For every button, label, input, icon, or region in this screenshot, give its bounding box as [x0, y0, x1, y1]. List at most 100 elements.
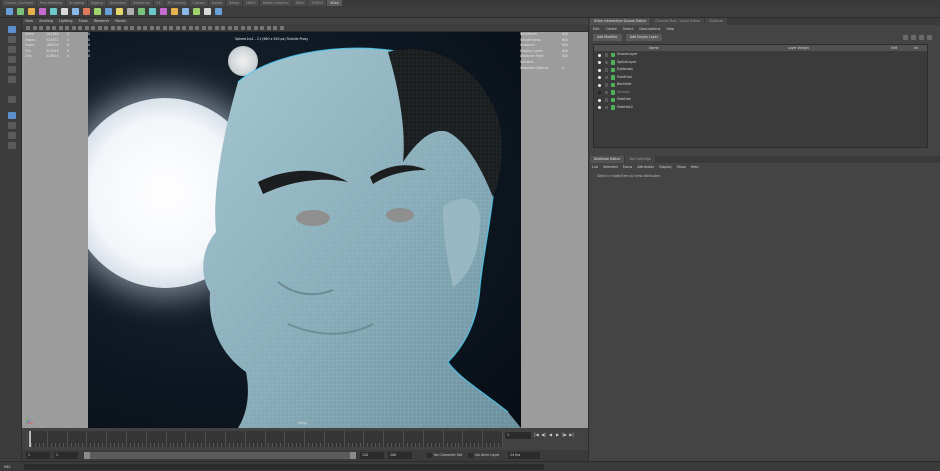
end-frame-field[interactable]: 200 [388, 452, 412, 459]
attribute-menu-help[interactable]: Help [691, 164, 699, 170]
lasso-tool-icon[interactable] [8, 36, 16, 43]
last-tool-icon[interactable] [8, 96, 16, 103]
visibility-icon[interactable] [598, 68, 601, 72]
layer-row[interactable]: GroomLayer [594, 51, 927, 59]
delete-icon[interactable] [927, 35, 932, 40]
layer-row[interactable]: Eyebrows [594, 66, 927, 74]
attribute-menu-focus[interactable]: Focus [623, 164, 633, 170]
viewport-3d[interactable]: Verts: 161360 0 0 Edges: 321871 0 0 Faces: 160528… [22, 32, 588, 428]
viewport-toolbar-icon[interactable] [227, 26, 232, 30]
viewport-toolbar-icon[interactable] [156, 26, 160, 30]
attribute-menu-display[interactable]: Display [659, 164, 672, 170]
playback-control-icon[interactable]: ▶ [555, 432, 560, 438]
xgen-menu-select[interactable]: Select [623, 26, 633, 32]
viewport-toolbar-icon[interactable] [26, 26, 30, 30]
lock-icon[interactable] [605, 98, 608, 102]
visibility-icon[interactable] [598, 98, 601, 102]
viewport-toolbar-icon[interactable] [266, 26, 271, 30]
four-pane-layout-icon[interactable] [8, 122, 16, 129]
viewport-toolbar-icon[interactable] [279, 26, 284, 30]
shelf-tool-icon[interactable] [94, 8, 101, 15]
mel-label[interactable]: MEL [4, 464, 11, 470]
range-end-handle[interactable] [350, 452, 356, 459]
lock-icon[interactable] [605, 105, 608, 109]
lock-icon[interactable] [605, 53, 608, 57]
shelf-tool-icon[interactable] [6, 8, 13, 15]
shelf-tool-icon[interactable] [127, 8, 134, 15]
viewport-toolbar-icon[interactable] [136, 26, 141, 30]
lock-icon[interactable] [919, 35, 924, 40]
wireframe-head-model[interactable] [88, 32, 521, 428]
character-set-option[interactable]: No Character Set [427, 452, 462, 459]
shelf-tool-icon[interactable] [17, 8, 24, 15]
viewport-toolbar-icon[interactable] [39, 26, 43, 30]
viewport-toolbar-icon[interactable] [247, 26, 251, 30]
viewport-toolbar-icon[interactable] [149, 26, 154, 30]
anim-layer-option[interactable]: No Anim Layer [468, 452, 500, 459]
shelf-tool-icon[interactable] [171, 8, 178, 15]
playback-control-icon[interactable]: ◀| [541, 432, 546, 438]
shelf-tool-icon[interactable] [61, 8, 68, 15]
viewport-toolbar-icon[interactable] [162, 26, 167, 30]
shelf-tool-icon[interactable] [105, 8, 112, 15]
playback-control-icon[interactable]: ◀ [548, 432, 553, 438]
viewport-toolbar-icon[interactable] [169, 26, 173, 30]
viewport-toolbar-icon[interactable] [143, 26, 147, 30]
viewport-toolbar-icon[interactable] [97, 26, 102, 30]
shelf-tool-icon[interactable] [182, 8, 189, 15]
layer-row[interactable]: SplineLayer [594, 59, 927, 67]
visibility-icon[interactable] [598, 91, 601, 94]
current-frame-field[interactable]: 1 [505, 432, 531, 439]
playback-control-icon[interactable]: |◀ [534, 432, 539, 438]
viewport-toolbar-icon[interactable] [240, 26, 245, 30]
viewport-toolbar-icon[interactable] [45, 26, 50, 30]
layer-row[interactable]: SideHair2 [594, 104, 927, 112]
playback-start-field[interactable]: 1 [54, 452, 78, 459]
viewport-toolbar-icon[interactable] [208, 26, 212, 30]
attribute-menu-attributes[interactable]: Attributes [637, 164, 654, 170]
viewport-toolbar-icon[interactable] [214, 26, 219, 30]
scale-tool-icon[interactable] [8, 76, 16, 83]
shelf-tool-icon[interactable] [138, 8, 145, 15]
viewport-toolbar-icon[interactable] [123, 26, 128, 30]
visibility-icon[interactable] [598, 106, 601, 109]
panel-tab-tool-settings[interactable]: Tool Settings [625, 156, 655, 163]
visibility-icon[interactable] [598, 83, 601, 87]
start-frame-field[interactable]: 1 [26, 452, 50, 459]
visibility-icon[interactable] [598, 61, 601, 64]
layer-row[interactable]: FrontHair [594, 74, 927, 82]
shelf-tool-icon[interactable] [160, 8, 167, 15]
viewport-toolbar-icon[interactable] [273, 26, 277, 30]
viewport-toolbar-icon[interactable] [52, 26, 56, 30]
layer-row[interactable]: Stubble [594, 89, 927, 97]
shelf-tool-icon[interactable] [149, 8, 156, 15]
outliner-layout-icon[interactable] [8, 142, 16, 149]
viewport-toolbar-icon[interactable] [260, 26, 264, 30]
select-tool-icon[interactable] [8, 26, 16, 33]
single-pane-layout-icon[interactable] [8, 112, 16, 119]
visibility-icon[interactable] [598, 53, 601, 57]
shelf-tool-icon[interactable] [193, 8, 200, 15]
lock-icon[interactable] [605, 75, 608, 79]
side-by-side-layout-icon[interactable] [8, 132, 16, 139]
shelf-tool-icon[interactable] [72, 8, 79, 15]
viewport-toolbar-icon[interactable] [65, 26, 69, 30]
viewport-toolbar-icon[interactable] [188, 26, 193, 30]
attribute-menu-show[interactable]: Show [677, 164, 686, 170]
attribute-menu-list[interactable]: List [592, 164, 598, 170]
viewport-toolbar-icon[interactable] [78, 26, 82, 30]
viewport-toolbar-icon[interactable] [104, 26, 108, 30]
add-modifier-button[interactable]: Add Modifier [593, 34, 622, 41]
shelf-tool-icon[interactable] [116, 8, 123, 15]
viewport-toolbar-icon[interactable] [253, 26, 258, 30]
xgen-menu-descriptions[interactable]: Descriptions [639, 26, 660, 32]
shelf-tool-icon[interactable] [39, 8, 46, 15]
viewport-toolbar-icon[interactable] [110, 26, 115, 30]
panel-tab-attribute-editor[interactable]: Attribute Editor [590, 156, 625, 163]
viewport-toolbar-icon[interactable] [91, 26, 95, 30]
viewport-toolbar-icon[interactable] [182, 26, 186, 30]
panel-tab-channel-box-layer-editor[interactable]: Channel Box / Layer Editor [651, 18, 705, 25]
lock-icon[interactable] [605, 83, 608, 87]
viewport-toolbar-icon[interactable] [32, 26, 37, 30]
command-input[interactable] [24, 464, 544, 470]
